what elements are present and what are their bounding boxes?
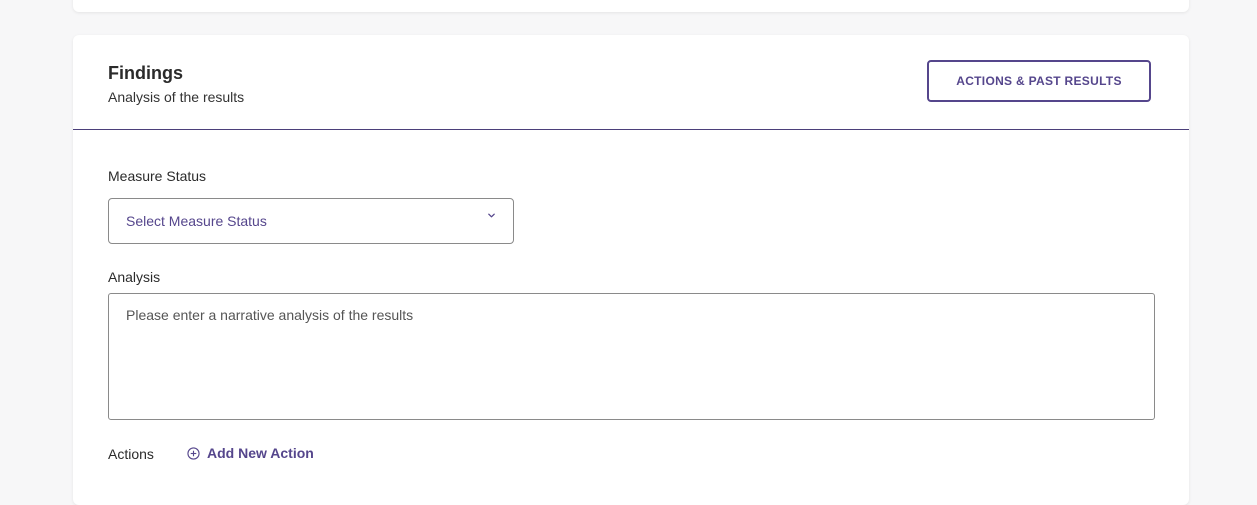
add-new-action-label: Add New Action (207, 445, 314, 461)
actions-past-results-button[interactable]: ACTIONS & PAST RESULTS (927, 60, 1151, 102)
measure-status-select[interactable]: Select Measure Status (108, 198, 514, 244)
plus-circle-icon (187, 446, 200, 460)
previous-card (73, 0, 1189, 12)
measure-status-label: Measure Status (108, 168, 207, 184)
analysis-label: Analysis (108, 269, 161, 285)
findings-title: Findings (108, 63, 183, 83)
actions-label: Actions (108, 446, 154, 462)
measure-status-selected-value: Select Measure Status (126, 213, 267, 229)
findings-header: Findings Analysis of the results ACTIONS… (73, 35, 1189, 130)
analysis-textarea[interactable] (108, 293, 1155, 420)
findings-subtitle: Analysis of the results (108, 89, 245, 105)
add-new-action-link[interactable]: Add New Action (187, 445, 314, 461)
chevron-down-icon (487, 211, 496, 223)
findings-card: Findings Analysis of the results ACTIONS… (73, 35, 1189, 505)
